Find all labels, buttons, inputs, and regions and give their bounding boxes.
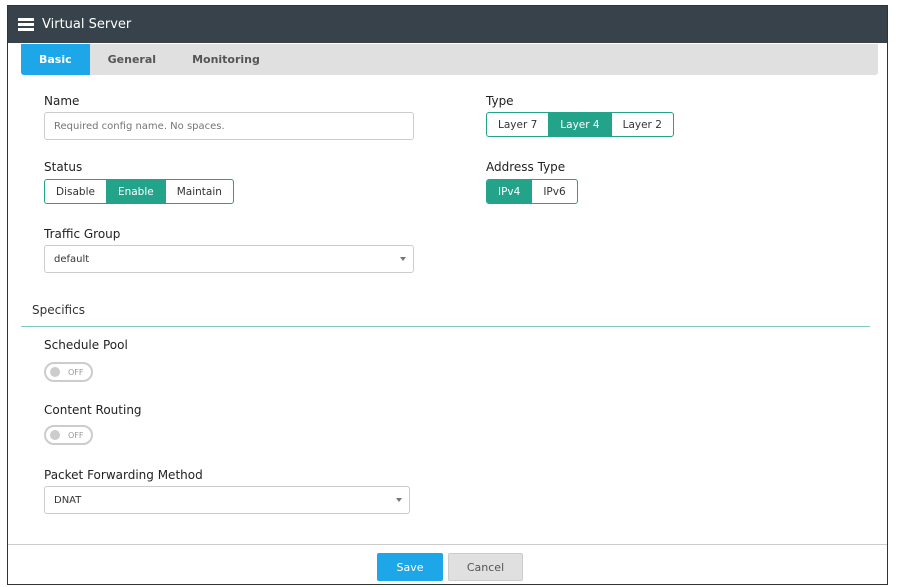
name-label: Name xyxy=(44,94,80,108)
packet-forwarding-value: DNAT xyxy=(54,494,82,506)
chevron-down-icon xyxy=(400,257,406,264)
type-layer7[interactable]: Layer 7 xyxy=(487,113,548,136)
address-type-label: Address Type xyxy=(486,160,566,174)
tab-bar: Basic General Monitoring xyxy=(21,44,878,75)
packet-forwarding-label: Packet Forwarding Method xyxy=(44,468,203,482)
status-selector: Disable Enable Maintain xyxy=(44,179,234,204)
schedule-pool-toggle[interactable]: OFF xyxy=(44,362,93,382)
type-label: Type xyxy=(486,94,514,108)
virtual-server-window: Virtual Server Basic General Monitoring … xyxy=(7,5,888,585)
server-icon xyxy=(18,18,34,31)
tab-general[interactable]: General xyxy=(90,44,174,75)
save-button[interactable]: Save xyxy=(377,553,443,581)
window-title: Virtual Server xyxy=(42,17,132,32)
address-ipv6[interactable]: IPv6 xyxy=(531,180,576,203)
traffic-group-value: default xyxy=(54,253,90,265)
toggle-state: OFF xyxy=(68,367,84,377)
address-type-selector: IPv4 IPv6 xyxy=(486,179,578,204)
status-enable[interactable]: Enable xyxy=(105,180,165,203)
address-ipv4[interactable]: IPv4 xyxy=(487,180,532,203)
tab-monitoring[interactable]: Monitoring xyxy=(174,44,278,75)
type-selector: Layer 7 Layer 4 Layer 2 xyxy=(486,112,674,137)
traffic-group-select[interactable]: default xyxy=(44,245,414,273)
schedule-pool-label: Schedule Pool xyxy=(44,338,128,352)
content-routing-label: Content Routing xyxy=(44,403,142,417)
footer-divider xyxy=(8,544,887,545)
toggle-knob xyxy=(50,367,60,377)
content-routing-toggle[interactable]: OFF xyxy=(44,425,93,445)
chevron-down-icon xyxy=(396,498,402,505)
traffic-group-label: Traffic Group xyxy=(44,227,121,241)
type-layer4[interactable]: Layer 4 xyxy=(548,113,611,136)
tab-basic[interactable]: Basic xyxy=(21,44,90,75)
specifics-divider xyxy=(21,326,870,327)
window-header: Virtual Server xyxy=(8,6,887,43)
toggle-state: OFF xyxy=(68,430,84,440)
toggle-knob xyxy=(50,430,60,440)
name-input[interactable] xyxy=(44,112,414,140)
status-disable[interactable]: Disable xyxy=(45,180,106,203)
type-layer2[interactable]: Layer 2 xyxy=(610,113,673,136)
specifics-heading: Specifics xyxy=(32,303,85,317)
status-maintain[interactable]: Maintain xyxy=(164,180,233,203)
cancel-button[interactable]: Cancel xyxy=(448,553,523,581)
packet-forwarding-select[interactable]: DNAT xyxy=(44,486,410,514)
status-label: Status xyxy=(44,160,83,174)
